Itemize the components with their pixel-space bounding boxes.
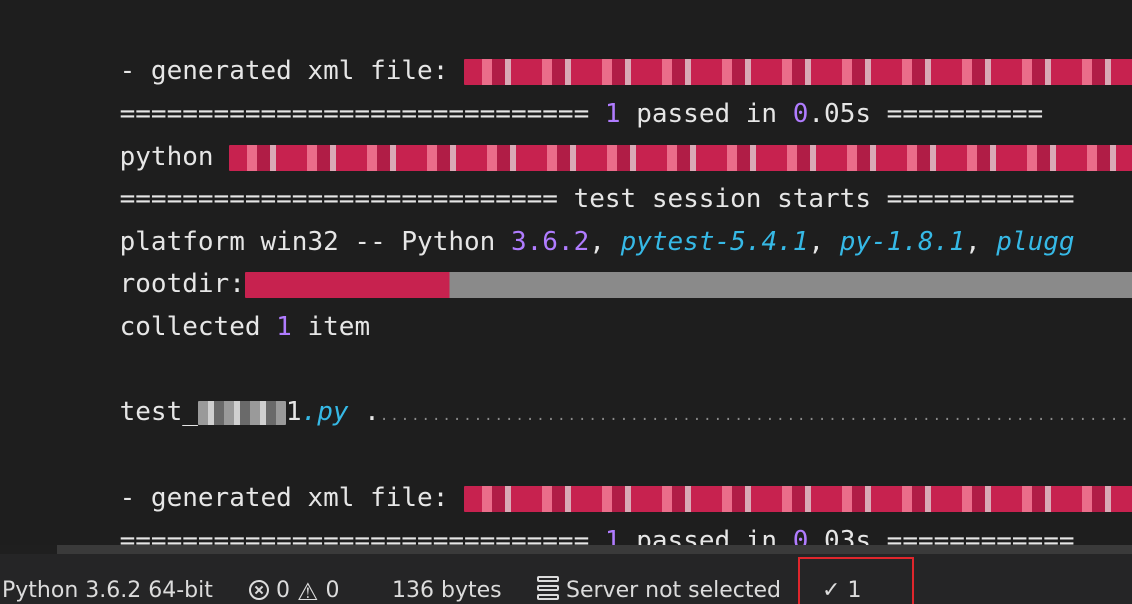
problems-button[interactable]: 0 ⚠ 0 — [249, 554, 340, 604]
separator: ============================== — [119, 526, 590, 545]
terminal-output[interactable]: - generated xml file: ==================… — [0, 0, 1132, 545]
collected-count: 1 — [276, 312, 292, 342]
redacted-rootdir — [244, 271, 1132, 298]
test-file-prefix: test_ — [119, 397, 198, 427]
file-size-item[interactable]: 136 bytes — [392, 554, 502, 604]
passed-count: 1 — [604, 526, 621, 545]
terminal-line: ============================== 1 passed … — [57, 481, 1075, 545]
terminal-line: platform win32 -- Python 3.6.2, pytest-5… — [57, 182, 1075, 257]
circle-x-icon — [249, 580, 269, 600]
error-count: 0 — [276, 578, 290, 603]
terminal-line: ============================== 1 passed … — [57, 54, 1044, 129]
line-text: 1 — [285, 397, 302, 427]
terminal-line: ============================ test sessio… — [57, 139, 1075, 214]
warning-triangle-icon: ⚠ — [297, 578, 319, 604]
server-stack-icon — [537, 576, 559, 600]
file-extension: .py — [301, 397, 349, 427]
status-bar: Python 3.6.2 64-bit 0 ⚠ 0 136 bytes Serv… — [0, 554, 1132, 604]
redacted-filename — [197, 400, 286, 425]
file-size-label: 136 bytes — [392, 578, 502, 603]
terminal-line: test_ 1.py ..............................… — [57, 352, 1132, 427]
terminal-line: collected 1 item — [57, 267, 370, 342]
warning-count: 0 — [325, 578, 340, 603]
highlight-box — [798, 557, 914, 604]
line-text: collected — [119, 312, 277, 342]
time-number: 0 — [792, 526, 809, 545]
panel-divider — [57, 545, 1132, 554]
line-text: passed in — [620, 526, 793, 545]
line-text: .03s — [808, 526, 872, 545]
terminal-line: python — [57, 97, 1132, 172]
terminal-line: - generated xml file: — [57, 438, 1132, 513]
test-result-dot: . — [348, 397, 380, 427]
server-selector-button[interactable]: Server not selected — [537, 554, 781, 604]
python-interpreter-label: Python 3.6.2 64-bit — [2, 578, 213, 603]
terminal-line: - generated xml file: — [57, 11, 1132, 86]
terminal-line: rootdir: — [57, 224, 1132, 299]
python-interpreter-button[interactable]: Python 3.6.2 64-bit — [2, 554, 213, 604]
line-text: item — [291, 312, 371, 342]
server-label: Server not selected — [566, 578, 782, 603]
progress-dots: ........................................… — [379, 408, 1132, 424]
separator: ============ — [871, 526, 1075, 545]
